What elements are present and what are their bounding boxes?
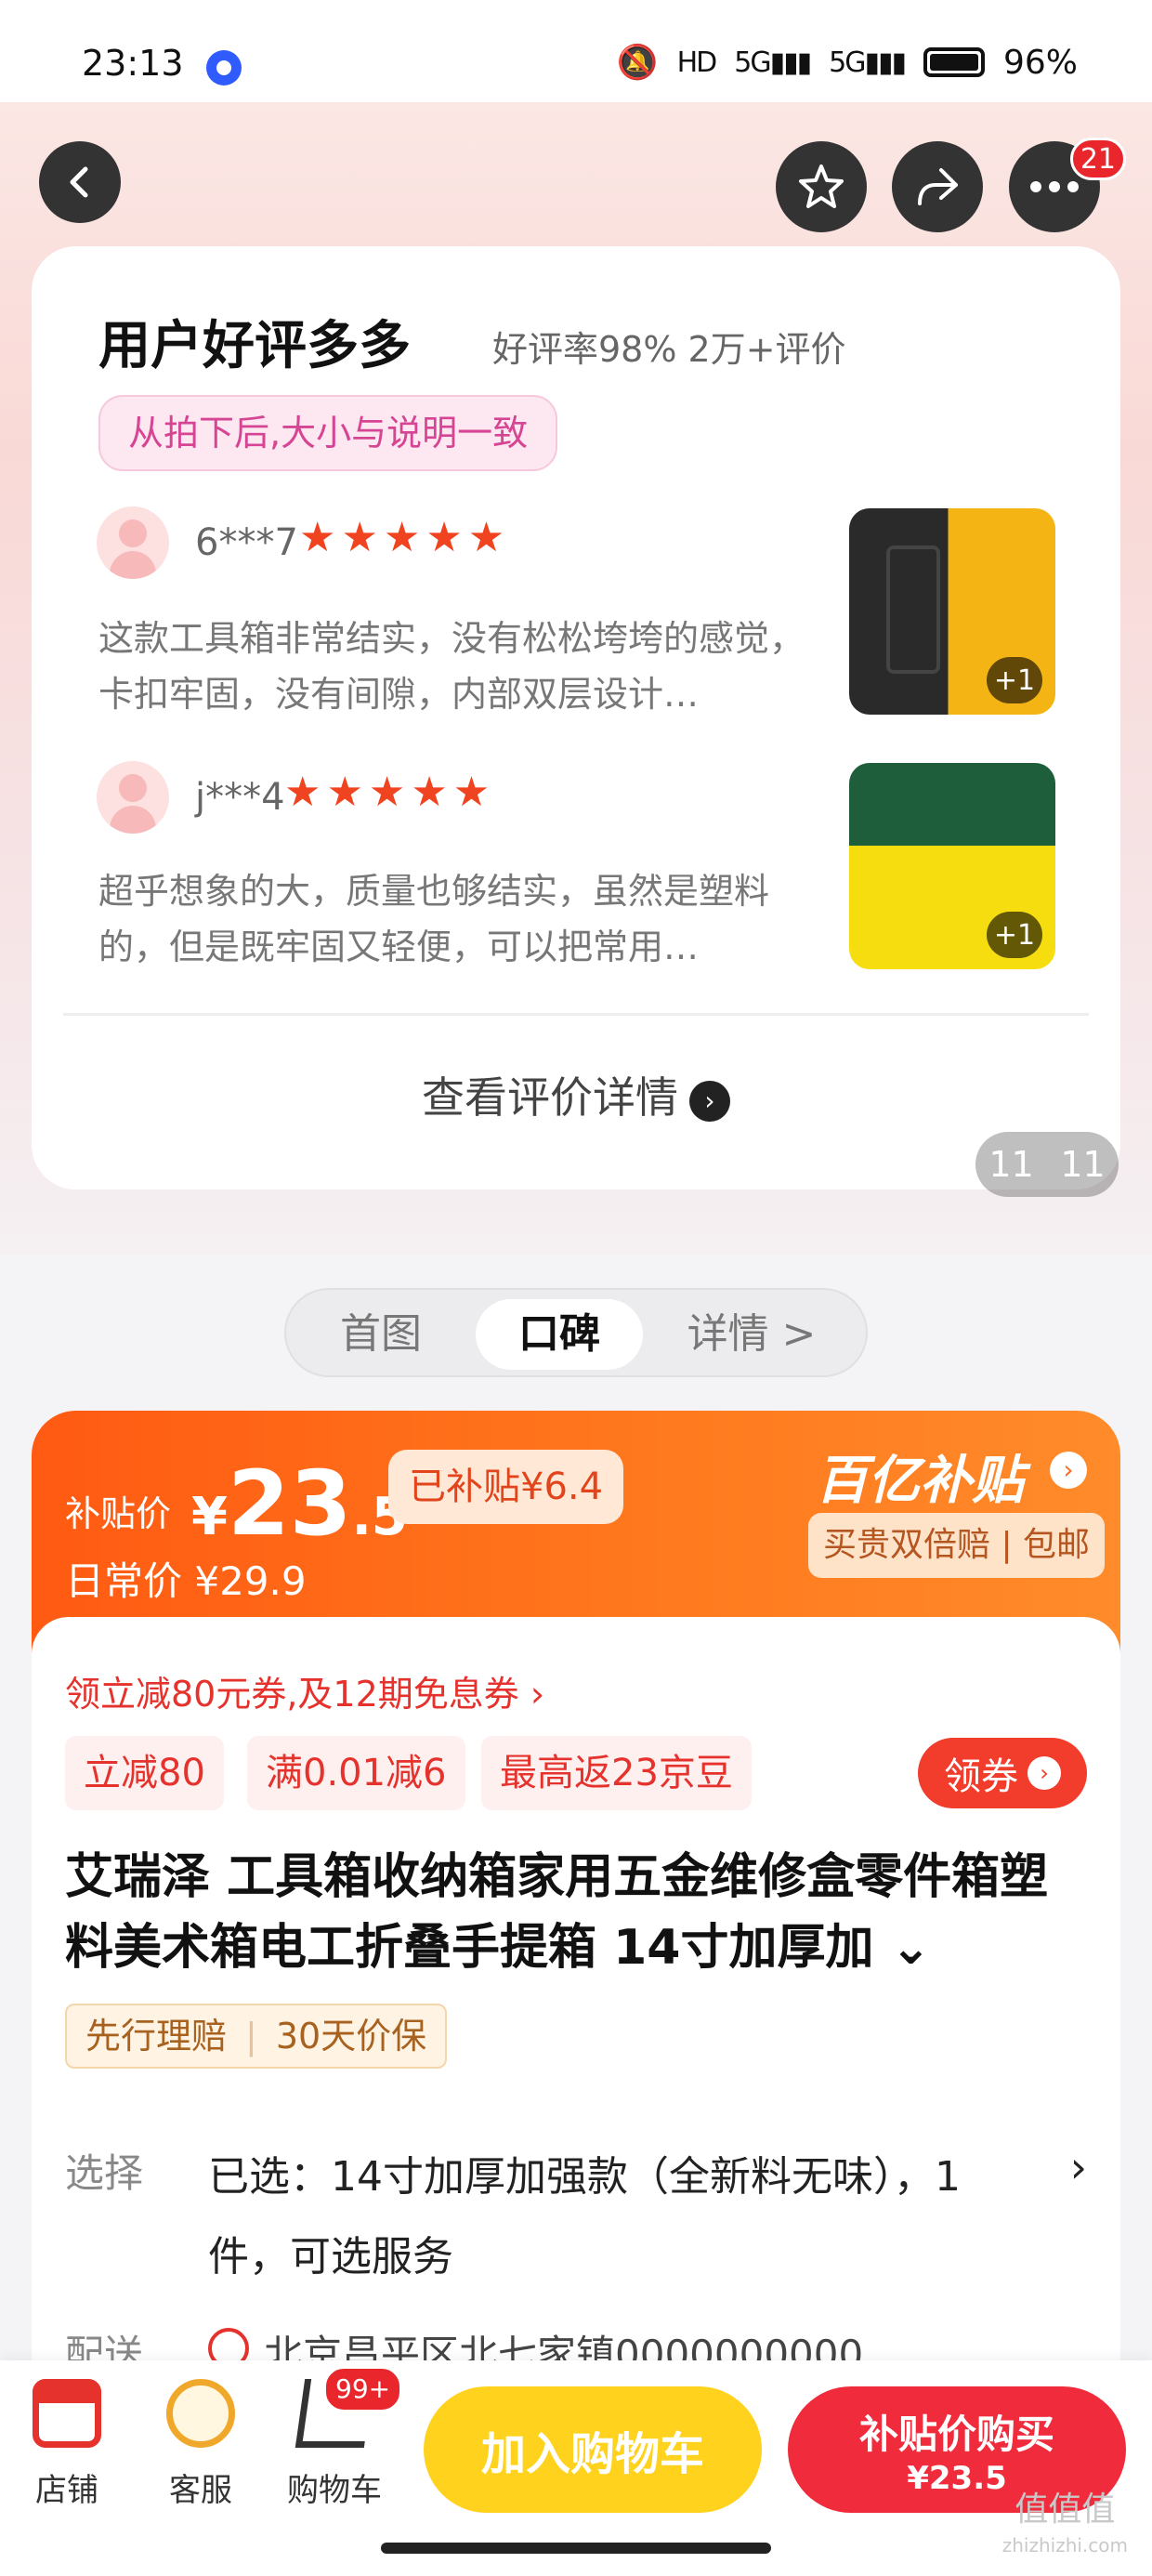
- coupon-promo-link[interactable]: 领立减80元券,及12期免息券 ›: [65, 1665, 544, 1716]
- chevron-left-icon: [70, 166, 88, 198]
- review-card: 用户好评多多 好评率98% 2万+评价 从拍下后,大小与说明一致 6***7 ★…: [32, 246, 1120, 1189]
- see-review-details-link[interactable]: 查看评价详情 ›: [32, 1064, 1120, 1125]
- reviews-stats: 好评率98% 2万+评价: [492, 329, 846, 370]
- review-keyword-tag[interactable]: 从拍下后,大小与说明一致: [98, 395, 558, 471]
- divider: [63, 1013, 1089, 1016]
- daily-price: 日常价 ¥29.9: [65, 1558, 307, 1604]
- gallery-page-indicator: 11 11: [975, 1132, 1119, 1197]
- review-text[interactable]: 超乎想象的大，质量也够结实，虽然是塑料的，但是既牢固又轻便，可以把常用…: [98, 863, 823, 975]
- rating-stars: ★★★★★: [299, 514, 511, 561]
- chevron-right-icon: ›: [689, 1080, 730, 1122]
- buy-now-label: 补贴价购买: [858, 2412, 1054, 2457]
- get-coupon-label: 领券: [944, 1755, 1018, 1798]
- guarantee-badges[interactable]: 先行理赔 | 30天价保: [65, 2004, 448, 2069]
- guarantee-item: 先行理赔: [85, 2016, 228, 2057]
- photo-count: +1: [987, 657, 1042, 703]
- coupon-chip[interactable]: 满0.01减6: [247, 1736, 465, 1810]
- media-tabs: 首图 口碑 详情 >: [284, 1288, 868, 1377]
- page-total: 11: [1060, 1144, 1106, 1185]
- tab-main-image[interactable]: 首图: [297, 1299, 465, 1370]
- reviewer-name: 6***7: [195, 521, 298, 564]
- coupon-chip[interactable]: 最高返23京豆: [481, 1736, 752, 1810]
- notification-badge: 21: [1069, 138, 1126, 180]
- avatar: [97, 506, 169, 579]
- mute-icon: 🔕: [616, 44, 659, 82]
- shop-button[interactable]: 店铺: [11, 2379, 123, 2510]
- guarantee-item: 30天价保: [275, 2016, 427, 2057]
- hd-icon: HD: [676, 46, 718, 79]
- tab-details[interactable]: 详情 >: [654, 1299, 849, 1370]
- watermark: 值值值 zhizhizhi.com: [1001, 2491, 1128, 2557]
- more-dots-icon: [1030, 181, 1079, 192]
- favorite-button[interactable]: [776, 141, 867, 232]
- home-indicator[interactable]: [381, 2543, 771, 2554]
- review-photo[interactable]: +1: [849, 508, 1055, 715]
- selected-options[interactable]: 已选：14寸加厚加强款（全新料无味），1件，可选服务: [208, 2137, 1026, 2297]
- share-button[interactable]: [892, 141, 983, 232]
- subsidy-price: ¥23.5: [191, 1452, 408, 1556]
- app-indicator-icon: [206, 50, 242, 85]
- rating-stars: ★★★★★: [284, 769, 496, 816]
- signal-5g-icon: 5G▮▮▮: [734, 46, 812, 79]
- photo-count: +1: [987, 912, 1042, 958]
- photo-detail: [886, 545, 940, 674]
- coupon-chip[interactable]: 立减80: [65, 1736, 224, 1810]
- cart-count-badge: 99+: [323, 2366, 403, 2412]
- back-button[interactable]: [39, 141, 121, 223]
- shop-icon: [33, 2379, 101, 2448]
- status-icons: 🔕 HD 5G▮▮▮ 5G▮▮▮ 96%: [616, 43, 1078, 83]
- share-icon: [918, 168, 958, 205]
- select-label: 选择: [65, 2150, 144, 2196]
- add-to-cart-button[interactable]: 加入购物车: [424, 2386, 762, 2513]
- reviewer-name: j***4: [195, 776, 285, 819]
- customer-service-button[interactable]: 客服: [145, 2379, 256, 2510]
- battery-icon: [923, 47, 985, 77]
- shop-label: 店铺: [35, 2472, 98, 2509]
- reviews-title: 用户好评多多: [98, 316, 411, 376]
- service-label: 客服: [169, 2472, 232, 2509]
- get-coupon-button[interactable]: 领券 ›: [918, 1738, 1087, 1808]
- battery-level: 96%: [1002, 43, 1078, 82]
- customer-service-icon: [166, 2379, 235, 2448]
- review-text[interactable]: 这款工具箱非常结实，没有松松垮垮的感觉，卡扣牢固，没有间隙，内部双层设计…: [98, 611, 823, 722]
- avatar: [97, 761, 169, 834]
- review-photo[interactable]: +1: [849, 763, 1055, 969]
- page-current: 11: [988, 1144, 1034, 1185]
- program-logo[interactable]: 百亿补贴: [816, 1439, 1024, 1514]
- signal-5g-icon: 5G▮▮▮: [829, 46, 907, 79]
- subsidy-price-label: 补贴价: [65, 1493, 172, 1534]
- chevron-right-icon: ›: [1028, 1756, 1061, 1790]
- status-bar: 23:13 🔕 HD 5G▮▮▮ 5G▮▮▮ 96%: [0, 0, 1152, 102]
- subsidy-amount-tag: 已补贴¥6.4: [388, 1450, 624, 1524]
- status-time: 23:13: [82, 43, 184, 84]
- program-benefits: 买贵双倍赔 | 包邮: [808, 1513, 1106, 1578]
- chevron-right-icon[interactable]: ›: [1050, 1452, 1087, 1489]
- star-icon: [799, 164, 844, 208]
- product-title[interactable]: 艾瑞泽 工具箱收纳箱家用五金维修盒零件箱塑料美术箱电工折叠手提箱 14寸加厚加 …: [65, 1842, 1087, 1983]
- chevron-right-icon[interactable]: ›: [1070, 2142, 1087, 2192]
- cart-label: 购物车: [287, 2472, 382, 2509]
- tab-reviews[interactable]: 口碑: [476, 1299, 643, 1370]
- separator: |: [245, 2016, 257, 2057]
- see-more-label: 查看评价详情: [422, 1072, 678, 1123]
